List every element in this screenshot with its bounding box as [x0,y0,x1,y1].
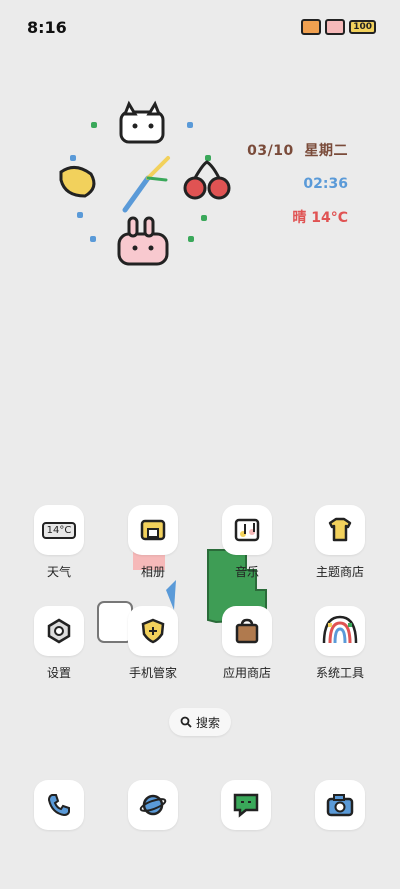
app-label: 设置 [46,666,71,680]
app-label: 应用商店 [222,666,271,680]
music-icon [222,505,272,555]
dock-phone[interactable] [34,780,84,830]
search-label: 搜索 [195,715,220,730]
clock-widget[interactable] [55,100,240,270]
app-theme-store[interactable]: 主题商店 [300,505,380,580]
app-label: 主题商店 [315,565,364,579]
theme-store-icon [315,505,365,555]
cat-icon [119,100,165,144]
wifi-icon [325,19,346,35]
signal-icon [301,19,322,35]
app-system-tools[interactable]: 系统工具 [300,606,380,681]
app-label: 相册 [140,565,165,579]
camera-icon [315,780,365,830]
rabbit-icon [117,216,169,266]
widget-time: 02:36 [303,176,348,192]
widget-date: 03/10 星期二 [247,143,348,159]
app-label: 天气 [46,565,71,579]
weather-tile-text: 14°C [41,521,77,539]
app-music[interactable]: 音乐 [207,505,287,580]
dock-messages[interactable] [221,780,271,830]
battery-icon: 100 [349,20,376,34]
app-album[interactable]: 相册 [113,505,193,580]
app-weather[interactable]: 14°C 天气 [19,505,99,580]
weather-icon: 14°C [34,505,84,555]
app-app-store[interactable]: 应用商店 [207,606,287,681]
status-icons: 100 [301,19,376,35]
settings-icon [34,606,84,656]
phone-icon [34,780,84,830]
browser-icon [128,780,178,830]
search-button[interactable]: 搜索 [169,708,231,736]
banana-icon [59,166,96,198]
search-icon [180,716,192,728]
widget-weather: 晴 14°C [292,210,348,226]
phone-manager-icon [128,606,178,656]
app-label: 系统工具 [315,666,364,680]
app-settings[interactable]: 设置 [19,606,99,681]
dock-browser[interactable] [128,780,178,830]
app-store-icon [222,606,272,656]
cherry-icon [183,160,231,200]
system-tools-icon [315,606,365,656]
status-time: 8:16 [27,18,67,37]
app-label: 手机管家 [128,666,177,680]
dock-camera[interactable] [315,780,365,830]
messages-icon [221,780,271,830]
album-icon [128,505,178,555]
app-label: 音乐 [234,565,259,579]
app-phone-manager[interactable]: 手机管家 [113,606,193,681]
